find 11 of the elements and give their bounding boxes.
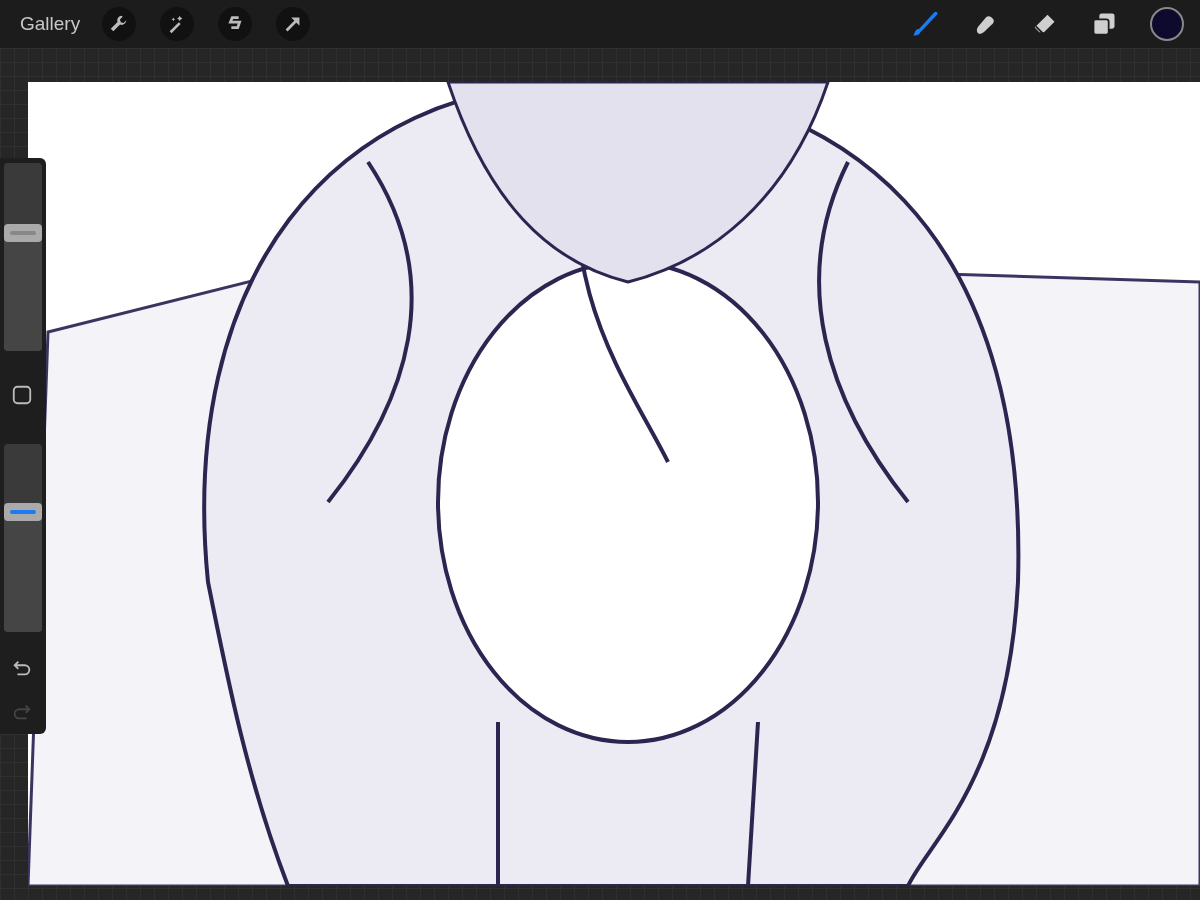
square-icon bbox=[11, 384, 33, 406]
wrench-button[interactable] bbox=[102, 7, 137, 41]
opacity-slider[interactable] bbox=[4, 444, 42, 632]
slider-thumb[interactable] bbox=[4, 502, 42, 521]
arrow-button[interactable] bbox=[276, 7, 311, 41]
gallery-button[interactable]: Gallery bbox=[0, 9, 95, 39]
s-curve-button[interactable] bbox=[218, 7, 253, 41]
magic-wand-button[interactable] bbox=[160, 7, 195, 41]
slider-thumb[interactable] bbox=[4, 223, 42, 242]
brush-size-slider[interactable] bbox=[4, 163, 42, 351]
color-swatch[interactable] bbox=[1150, 7, 1184, 41]
